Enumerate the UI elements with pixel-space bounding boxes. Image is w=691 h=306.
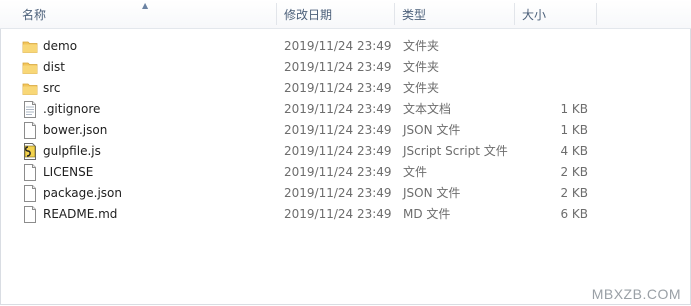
column-divider[interactable] [276, 3, 277, 25]
file-modified-date: 2019/11/24 23:49 [284, 60, 392, 74]
file-name: .gitignore [43, 102, 101, 116]
file-type: 文件 [403, 165, 428, 179]
file-modified-date: 2019/11/24 23:49 [284, 144, 392, 158]
script-file-icon [22, 143, 38, 160]
column-divider[interactable] [596, 3, 597, 25]
file-size: 4 KB [560, 144, 588, 158]
file-type: MD 文件 [403, 207, 451, 221]
folder-icon [22, 38, 38, 55]
file-size: 1 KB [560, 102, 588, 116]
file-type: JSON 文件 [403, 186, 461, 200]
file-modified-date: 2019/11/24 23:49 [284, 102, 392, 116]
file-type: 文本文档 [403, 102, 452, 116]
watermark: MBXZB.COM [591, 286, 681, 302]
file-row[interactable]: gulpfile.js 2019/11/24 23:49 JScript Scrip… [0, 141, 691, 162]
file-row[interactable]: README.md 2019/11/24 23:49 MD 文件 6 KB [0, 204, 691, 225]
column-header-size[interactable]: 大小 [516, 0, 596, 28]
file-size [520, 57, 588, 78]
file-row[interactable]: src 2019/11/24 23:49 文件夹 [0, 78, 691, 99]
file-size: 6 KB [560, 207, 588, 221]
file-name: src [43, 81, 61, 95]
file-type: JSON 文件 [403, 123, 461, 137]
file-modified-date: 2019/11/24 23:49 [284, 207, 392, 221]
file-row[interactable]: bower.json 2019/11/24 23:49 JSON 文件 1 KB [0, 120, 691, 141]
column-divider[interactable] [394, 3, 395, 25]
column-header-type[interactable]: 类型 [396, 0, 512, 28]
folder-icon [22, 80, 38, 97]
file-name: demo [43, 39, 78, 53]
file-size: 1 KB [560, 123, 588, 137]
file-row[interactable]: .gitignore 2019/11/24 23:49 文本文档 1 KB [0, 99, 691, 120]
file-name: README.md [43, 207, 118, 221]
file-name: package.json [43, 186, 123, 200]
file-icon [22, 122, 38, 139]
file-type: JScript Script 文件 [403, 144, 508, 158]
file-size [520, 78, 588, 99]
file-row[interactable]: dist 2019/11/24 23:49 文件夹 [0, 57, 691, 78]
file-modified-date: 2019/11/24 23:49 [284, 81, 392, 95]
file-icon [22, 185, 38, 202]
file-size [520, 36, 588, 57]
file-name: LICENSE [43, 165, 94, 179]
file-icon [22, 164, 38, 181]
file-modified-date: 2019/11/24 23:49 [284, 123, 392, 137]
column-divider[interactable] [514, 3, 515, 25]
file-modified-date: 2019/11/24 23:49 [284, 39, 392, 53]
file-modified-date: 2019/11/24 23:49 [284, 165, 392, 179]
file-row[interactable]: package.json 2019/11/24 23:49 JSON 文件 2 KB [0, 183, 691, 204]
folder-icon [22, 59, 38, 76]
file-name: gulpfile.js [43, 144, 101, 158]
file-type: 文件夹 [403, 81, 440, 95]
file-name: dist [43, 60, 65, 74]
file-size: 2 KB [560, 186, 588, 200]
file-name: bower.json [43, 123, 108, 137]
file-row[interactable]: LICENSE 2019/11/24 23:49 文件 2 KB [0, 162, 691, 183]
file-type: 文件夹 [403, 60, 440, 74]
file-type: 文件夹 [403, 39, 440, 53]
column-header-date[interactable]: 修改日期 [278, 0, 394, 28]
file-modified-date: 2019/11/24 23:49 [284, 186, 392, 200]
file-icon [22, 206, 38, 223]
column-header-bar: 名称 ▲ 修改日期 类型 大小 [0, 0, 691, 29]
sort-ascending-icon: ▲ [142, 1, 149, 10]
text-file-icon [22, 101, 38, 118]
file-size: 2 KB [560, 165, 588, 179]
file-row[interactable]: demo 2019/11/24 23:49 文件夹 [0, 36, 691, 57]
